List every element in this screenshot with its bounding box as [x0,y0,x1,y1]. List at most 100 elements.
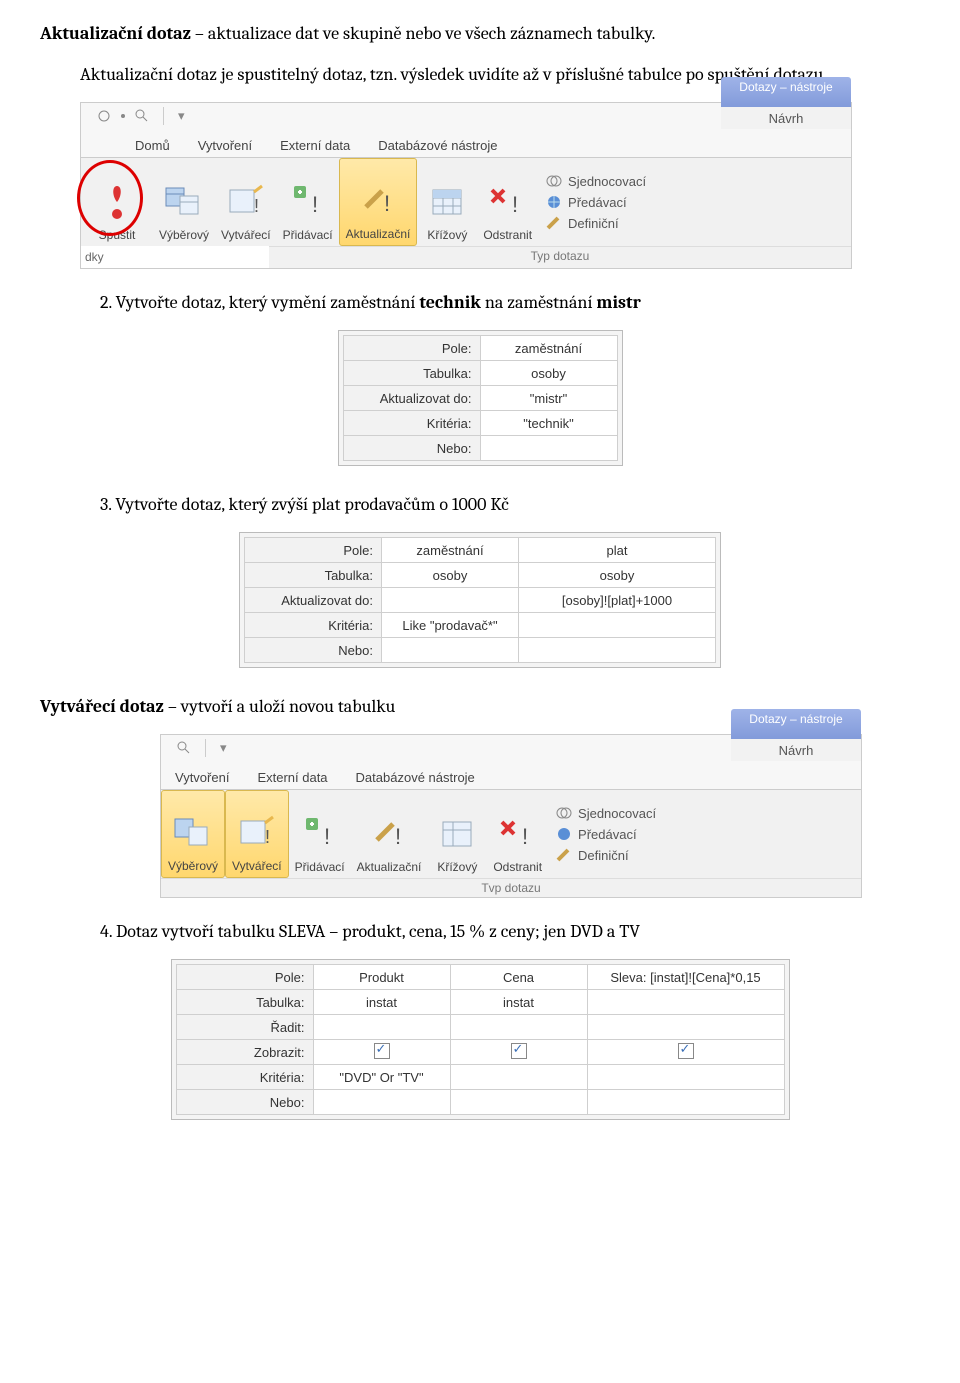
cell[interactable] [587,1015,784,1040]
passthrough-query-item-2[interactable]: Předávací [556,827,656,842]
separator [205,739,206,757]
update-label-2: Aktualizační [357,860,422,874]
row-label: Nebo: [245,638,382,663]
tab-database-tools-2[interactable]: Databázové nástroje [342,766,489,789]
tab-database-tools[interactable]: Databázové nástroje [364,134,511,157]
cell[interactable]: "technik" [480,411,617,436]
select-query-button[interactable]: Výběrový [153,158,215,246]
ribbon-tabs-2: Vytvoření Externí data Databázové nástro… [161,761,861,789]
ribbon-screenshot-2: ▾ Dotazy – nástroje Návrh Vytvoření Exte… [160,734,862,898]
crosstab-query-button-2[interactable]: Křížový [427,790,487,878]
tab-design-2[interactable]: Návrh [731,739,861,763]
cell[interactable]: Produkt [313,965,450,990]
ribbon-footer: dky Typ dotazu [81,246,851,268]
cell[interactable]: [osoby]![plat]+1000 [519,588,716,613]
cell[interactable]: Like "prodavač*" [382,613,519,638]
tab-external-data-2[interactable]: Externí data [243,766,341,789]
cell[interactable] [382,588,519,613]
row-label: Tabulka: [176,990,313,1015]
union-label-2: Sjednocovací [578,806,656,821]
cell[interactable] [382,638,519,663]
select-query-label-2: Výběrový [168,859,218,873]
row-label: Kritéria: [176,1065,313,1090]
crosstab-query-button[interactable]: Křížový [417,158,477,246]
append-label-2: Přidávací [295,860,345,874]
select-query-icon [169,809,217,857]
cell[interactable] [480,436,617,461]
append-query-button-2[interactable]: ! Přidávací [289,790,351,878]
cell[interactable]: osoby [480,361,617,386]
tab-create[interactable]: Vytvoření [184,134,266,157]
select-query-icon [160,178,208,226]
cell[interactable] [313,1090,450,1115]
union-query-item[interactable]: Sjednocovací [546,174,646,189]
definition-label-2: Definiční [578,848,629,863]
cell[interactable] [587,1090,784,1115]
delete-icon: ! [484,178,532,226]
contextual-tab: Dotazy – nástroje Návrh [721,77,851,131]
row-label: Tabulka: [343,361,480,386]
cell[interactable]: zaměstnání [382,538,519,563]
run-button[interactable]: Spustit [81,158,153,246]
cell[interactable] [519,638,716,663]
n2-c: na zaměstnání [481,292,597,313]
tab-home[interactable]: Domů [121,134,184,157]
make-table-query-button-2[interactable]: ! Vytvářecí [225,790,289,878]
qat-overflow-icon: ▾ [220,740,227,756]
checkbox-icon [374,1043,390,1059]
cell[interactable]: "mistr" [480,386,617,411]
update-query-button-2[interactable]: ! Aktualizační [351,790,428,878]
tab-external-data[interactable]: Externí data [266,134,364,157]
cell[interactable] [313,1015,450,1040]
cell[interactable]: zaměstnání [480,336,617,361]
ruler-icon [546,216,562,230]
cell[interactable]: plat [519,538,716,563]
row-label: Kritéria: [245,613,382,638]
contextual-tab-title-2: Dotazy – nástroje [749,709,842,726]
qat-dropdown-icon [121,114,125,118]
row-label: Zobrazit: [176,1040,313,1065]
svg-text:!: ! [395,824,401,849]
make-table-icon: ! [222,178,270,226]
update-query-button[interactable]: ! Aktualizační [339,158,418,246]
passthrough-query-item[interactable]: Předávací [546,195,646,210]
delete-query-button[interactable]: ! Odstranit [477,158,538,246]
cell[interactable]: osoby [382,563,519,588]
query-grid-3: Pole: Produkt Cena Sleva: [instat]![Cena… [171,959,790,1120]
svg-text:!: ! [265,827,270,847]
cell[interactable] [450,1065,587,1090]
cell-checkbox[interactable] [313,1040,450,1065]
tab-create-2[interactable]: Vytvoření [161,766,243,789]
cell[interactable]: instat [450,990,587,1015]
cell[interactable]: Sleva: [instat]![Cena]*0,15 [587,965,784,990]
cell[interactable] [519,613,716,638]
cell[interactable] [450,1090,587,1115]
checkbox-icon [678,1043,694,1059]
append-query-button[interactable]: ! Přidávací [277,158,339,246]
definition-query-item-2[interactable]: Definiční [556,848,656,863]
cell[interactable]: "DVD" Or "TV" [313,1065,450,1090]
cell[interactable] [450,1015,587,1040]
row-label: Tabulka: [245,563,382,588]
cell[interactable]: Cena [450,965,587,990]
cell-checkbox[interactable] [587,1040,784,1065]
quick-access-toolbar: ▾ Dotazy – nástroje Návrh [81,103,851,129]
row-label: Nebo: [176,1090,313,1115]
definition-query-item[interactable]: Definiční [546,216,646,231]
cell[interactable] [587,990,784,1015]
cell-checkbox[interactable] [450,1040,587,1065]
cell[interactable]: instat [313,990,450,1015]
union-query-item-2[interactable]: Sjednocovací [556,806,656,821]
make-table-label-2: Vytvářecí [232,859,282,873]
cell[interactable] [587,1065,784,1090]
delete-label: Odstranit [483,228,532,242]
cell[interactable]: osoby [519,563,716,588]
tab-design[interactable]: Návrh [721,107,851,131]
make-table-query-button[interactable]: ! Vytvářecí [215,158,277,246]
make-table-label: Vytvářecí [221,228,271,242]
globe-icon [546,195,562,209]
delete-query-button-2[interactable]: ! Odstranit [487,790,548,878]
quick-access-toolbar-2: ▾ Dotazy – nástroje Návrh [161,735,861,761]
select-query-button-2[interactable]: Výběrový [161,790,225,878]
qat-icon-2 [135,109,149,123]
